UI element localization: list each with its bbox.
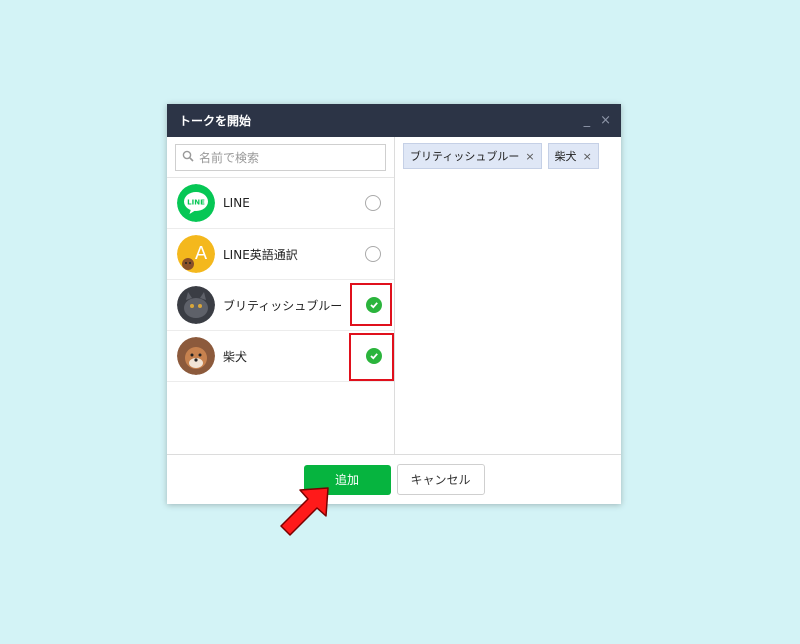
dialog-title: トークを開始 [179,114,252,128]
avatar: A [177,235,215,273]
select-radio[interactable] [365,195,381,211]
avatar [177,286,215,324]
start-talk-dialog: トークを開始 _ × 名前で検索 LINE LINE A LINE英語通訳 ブリ… [167,104,621,504]
list-item[interactable]: A LINE英語通訳 [167,229,394,280]
search-input[interactable]: 名前で検索 [175,143,386,171]
pointer-arrow-icon [280,487,329,536]
avatar [177,337,215,375]
selected-tag: ブリティッシュブルー × [403,143,542,169]
contact-name: ブリティッシュブルー [223,298,343,313]
remove-tag-icon[interactable]: × [525,150,534,163]
select-radio[interactable] [365,246,381,262]
selected-tags-panel: ブリティッシュブルー × 柴犬 × [395,137,621,455]
minimize-icon[interactable]: _ [584,113,591,128]
search-placeholder: 名前で検索 [199,150,260,165]
highlight-box [349,333,394,381]
cancel-button[interactable]: キャンセル [396,464,485,495]
avatar: LINE [177,184,215,222]
dialog-footer: 追加 キャンセル [167,454,621,504]
cat-photo-icon [177,286,215,324]
search-icon [182,150,194,165]
line-translate-logo-icon: A [177,235,215,273]
svg-text:LINE: LINE [187,199,205,207]
highlight-box [350,283,392,326]
dialog-titlebar: トークを開始 _ × [167,104,621,137]
list-item[interactable]: LINE LINE [167,178,394,229]
contact-name: 柴犬 [223,349,248,364]
svg-text:A: A [195,243,208,264]
tag-label: ブリティッシュブルー [410,150,520,163]
remove-tag-icon[interactable]: × [583,150,592,163]
tag-label: 柴犬 [554,150,577,163]
line-logo-icon: LINE [177,184,215,222]
selected-tag: 柴犬 × [547,143,599,169]
dog-photo-icon [177,337,215,375]
contact-name: LINE英語通訳 [223,247,298,262]
contact-name: LINE [223,196,250,210]
close-icon[interactable]: × [600,113,611,128]
